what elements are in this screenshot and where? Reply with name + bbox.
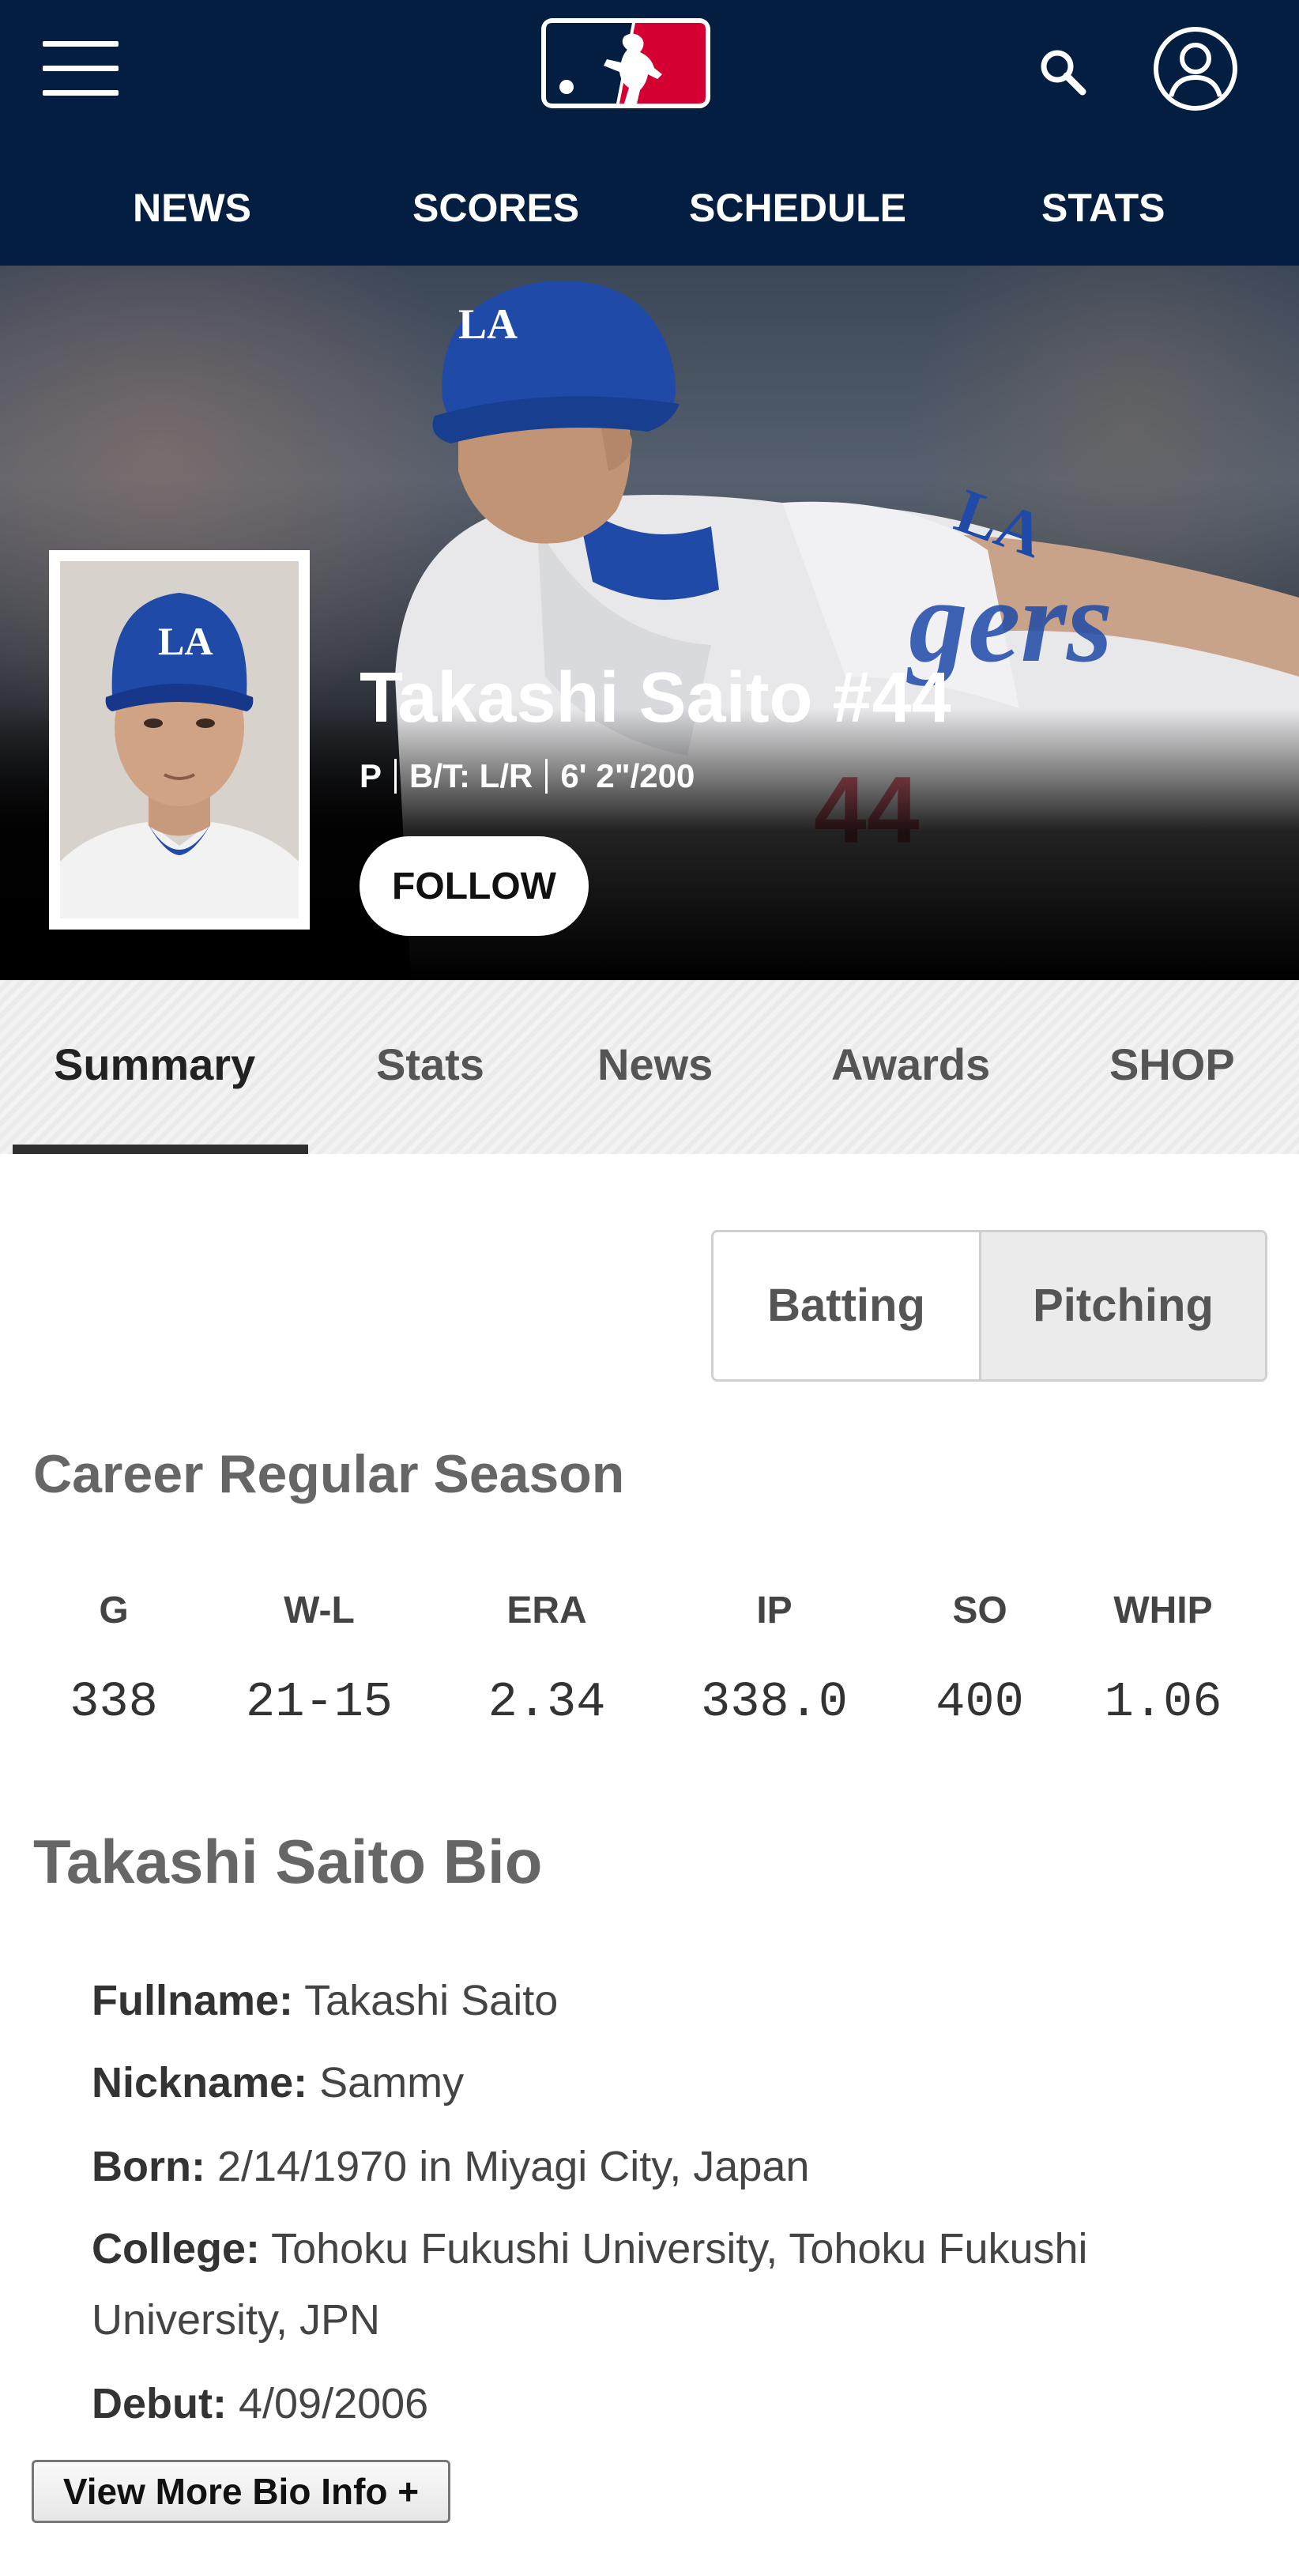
bio-section-title: Takashi Saito Bio (33, 1827, 543, 1896)
player-tabs: Summary Stats News Awards SHOP (0, 980, 1299, 1154)
bio-label: College: (92, 2225, 261, 2272)
pitching-toggle-button[interactable]: Pitching (981, 1232, 1265, 1379)
bio-fullname: Fullname: Takashi Saito (92, 1965, 1229, 2036)
bio-label: Nickname: (92, 2059, 308, 2106)
view-more-bio-button[interactable]: View More Bio Info + (32, 2460, 450, 2523)
bio-nickname: Nickname: Sammy (92, 2047, 1229, 2118)
bio-value: 2/14/1970 in Miyagi City, Japan (216, 2143, 810, 2190)
career-section-title: Career Regular Season (33, 1444, 625, 1504)
tab-news[interactable]: News (597, 1039, 713, 1090)
menu-icon[interactable] (43, 41, 119, 96)
top-header: NEWS SCORES SCHEDULE STATS (0, 0, 1299, 266)
bio-label: Born: (92, 2143, 205, 2190)
mlb-logo[interactable] (539, 16, 713, 111)
nav-stats[interactable]: STATS (1041, 185, 1165, 231)
bio-debut: Debut: 4/09/2006 (92, 2368, 1229, 2439)
stat-value-wl: 21-15 (245, 1674, 393, 1730)
bio-value: 4/09/2006 (238, 2380, 429, 2427)
tab-shop[interactable]: SHOP (1109, 1039, 1235, 1090)
active-tab-indicator (13, 1145, 308, 1154)
main-nav: NEWS SCORES SCHEDULE STATS (0, 174, 1299, 245)
bio-value: Takashi Saito (304, 1977, 559, 2024)
nav-schedule[interactable]: SCHEDULE (689, 185, 906, 231)
stat-header-wl: W-L (284, 1590, 355, 1631)
player-name: Takashi Saito #44 (360, 658, 951, 737)
batting-toggle-button[interactable]: Batting (714, 1232, 981, 1379)
bio-label: Fullname: (92, 1977, 294, 2024)
nav-news[interactable]: NEWS (133, 185, 251, 231)
tab-stats[interactable]: Stats (376, 1039, 484, 1090)
stat-value-so: 400 (936, 1674, 1024, 1730)
stat-header-era: ERA (506, 1590, 587, 1631)
meta-divider (545, 759, 548, 794)
stat-header-whip: WHIP (1113, 1590, 1213, 1631)
player-position: P (360, 757, 382, 794)
stat-header-so: SO (952, 1590, 1007, 1631)
player-headshot: LA (49, 550, 310, 930)
tab-summary[interactable]: Summary (54, 1039, 255, 1090)
profile-icon[interactable] (1152, 25, 1239, 112)
player-meta: P B/T: L/R 6' 2"/200 (360, 757, 695, 795)
svg-text:LA: LA (458, 300, 518, 348)
stat-value-whip: 1.06 (1104, 1674, 1222, 1730)
batting-pitching-toggle: Batting Pitching (711, 1230, 1267, 1382)
headshot-image: LA (60, 561, 299, 918)
bio-label: Debut: (92, 2380, 227, 2427)
meta-divider (394, 759, 397, 794)
svg-text:LA: LA (158, 619, 213, 663)
search-icon[interactable] (1035, 44, 1090, 100)
bio-born: Born: 2/14/1970 in Miyagi City, Japan (92, 2131, 1229, 2202)
stat-value-ip: 338.0 (700, 1674, 849, 1730)
follow-button[interactable]: FOLLOW (360, 836, 589, 936)
stat-value-era: 2.34 (488, 1674, 606, 1730)
bio-college: College: Tohoku Fukushi University, Toho… (92, 2213, 1229, 2355)
nav-scores[interactable]: SCORES (412, 185, 579, 231)
stat-header-g: G (99, 1590, 129, 1631)
player-bats-throws: B/T: L/R (409, 757, 533, 794)
tab-awards[interactable]: Awards (831, 1039, 990, 1090)
bio-value: Sammy (319, 2059, 465, 2106)
stat-value-g: 338 (70, 1674, 158, 1730)
player-height-weight: 6' 2"/200 (560, 757, 695, 794)
stat-header-ip: IP (756, 1590, 793, 1631)
